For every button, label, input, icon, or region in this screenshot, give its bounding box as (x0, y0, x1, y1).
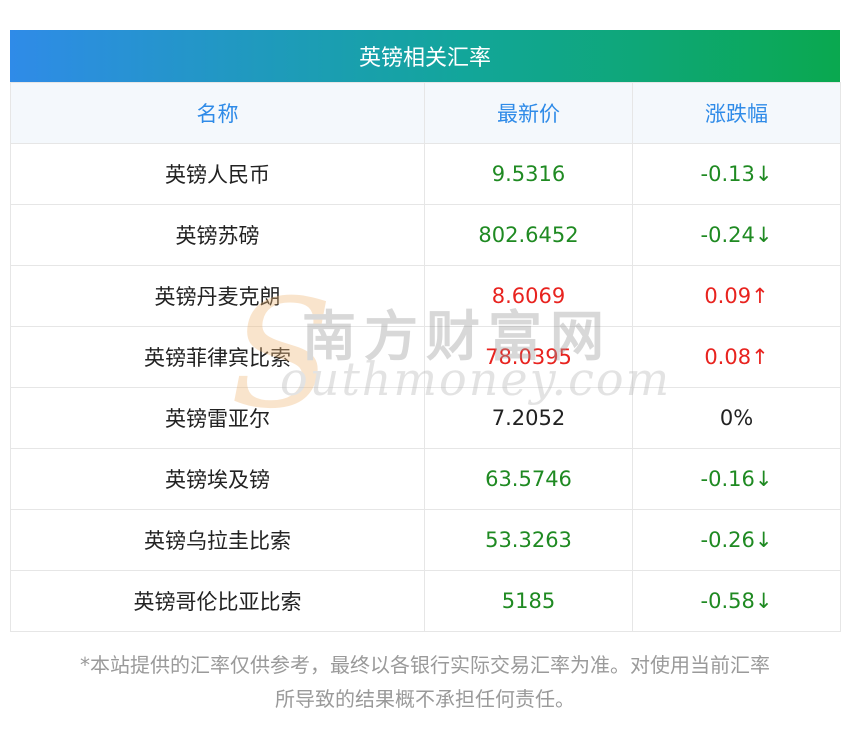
change-percent: -0.16↓ (632, 448, 841, 510)
latest-price: 7.2052 (424, 387, 633, 449)
table-row: 英镑哥伦比亚比索 5185 -0.58↓ (10, 570, 841, 632)
header-price: 最新价 (424, 82, 633, 144)
latest-price: 78.0395 (424, 326, 633, 388)
latest-price: 63.5746 (424, 448, 633, 510)
latest-price: 5185 (424, 570, 633, 632)
panel-title-text: 英镑相关汇率 (358, 46, 491, 71)
table-row: 英镑雷亚尔 7.2052 0% (10, 387, 841, 449)
table-header-row: 名称 最新价 涨跌幅 (10, 82, 841, 144)
panel-title: 英镑相关汇率 (10, 30, 840, 82)
table-row: 英镑乌拉圭比索 53.3263 -0.26↓ (10, 509, 841, 571)
disclaimer-line-1: *本站提供的汇率仅供参考，最终以各银行实际交易汇率为准。对使用当前汇率 (80, 653, 770, 677)
table-row: 英镑丹麦克朗 8.6069 0.09↑ (10, 265, 841, 327)
change-percent: -0.13↓ (632, 143, 841, 205)
currency-pair-name: 英镑埃及镑 (10, 448, 425, 510)
latest-price: 53.3263 (424, 509, 633, 571)
currency-pair-name: 英镑苏磅 (10, 204, 425, 266)
change-percent: -0.58↓ (632, 570, 841, 632)
table-row: 英镑人民币 9.5316 -0.13↓ (10, 143, 841, 205)
currency-pair-name: 英镑雷亚尔 (10, 387, 425, 449)
latest-price: 8.6069 (424, 265, 633, 327)
exchange-rate-table: 名称 最新价 涨跌幅 英镑人民币 9.5316 -0.13↓ 英镑苏磅 802.… (10, 82, 841, 632)
currency-pair-name: 英镑乌拉圭比索 (10, 509, 425, 571)
change-percent: 0.09↑ (632, 265, 841, 327)
change-percent: -0.24↓ (632, 204, 841, 266)
header-name: 名称 (10, 82, 425, 144)
header-change: 涨跌幅 (632, 82, 841, 144)
currency-pair-name: 英镑人民币 (10, 143, 425, 205)
page: 英镑相关汇率 名称 最新价 涨跌幅 英镑人民币 9.5316 -0.13↓ 英镑… (0, 0, 850, 733)
latest-price: 9.5316 (424, 143, 633, 205)
table-row: 英镑菲律宾比索 78.0395 0.08↑ (10, 326, 841, 388)
disclaimer-line-2: 所导致的结果概不承担任何责任。 (275, 687, 575, 711)
currency-pair-name: 英镑菲律宾比索 (10, 326, 425, 388)
disclaimer: *本站提供的汇率仅供参考，最终以各银行实际交易汇率为准。对使用当前汇率 所导致的… (0, 648, 850, 716)
latest-price: 802.6452 (424, 204, 633, 266)
change-percent: -0.26↓ (632, 509, 841, 571)
table-row: 英镑埃及镑 63.5746 -0.16↓ (10, 448, 841, 510)
change-percent: 0% (632, 387, 841, 449)
currency-pair-name: 英镑丹麦克朗 (10, 265, 425, 327)
change-percent: 0.08↑ (632, 326, 841, 388)
currency-pair-name: 英镑哥伦比亚比索 (10, 570, 425, 632)
table-row: 英镑苏磅 802.6452 -0.24↓ (10, 204, 841, 266)
exchange-rate-panel: 英镑相关汇率 名称 最新价 涨跌幅 英镑人民币 9.5316 -0.13↓ 英镑… (10, 30, 841, 632)
